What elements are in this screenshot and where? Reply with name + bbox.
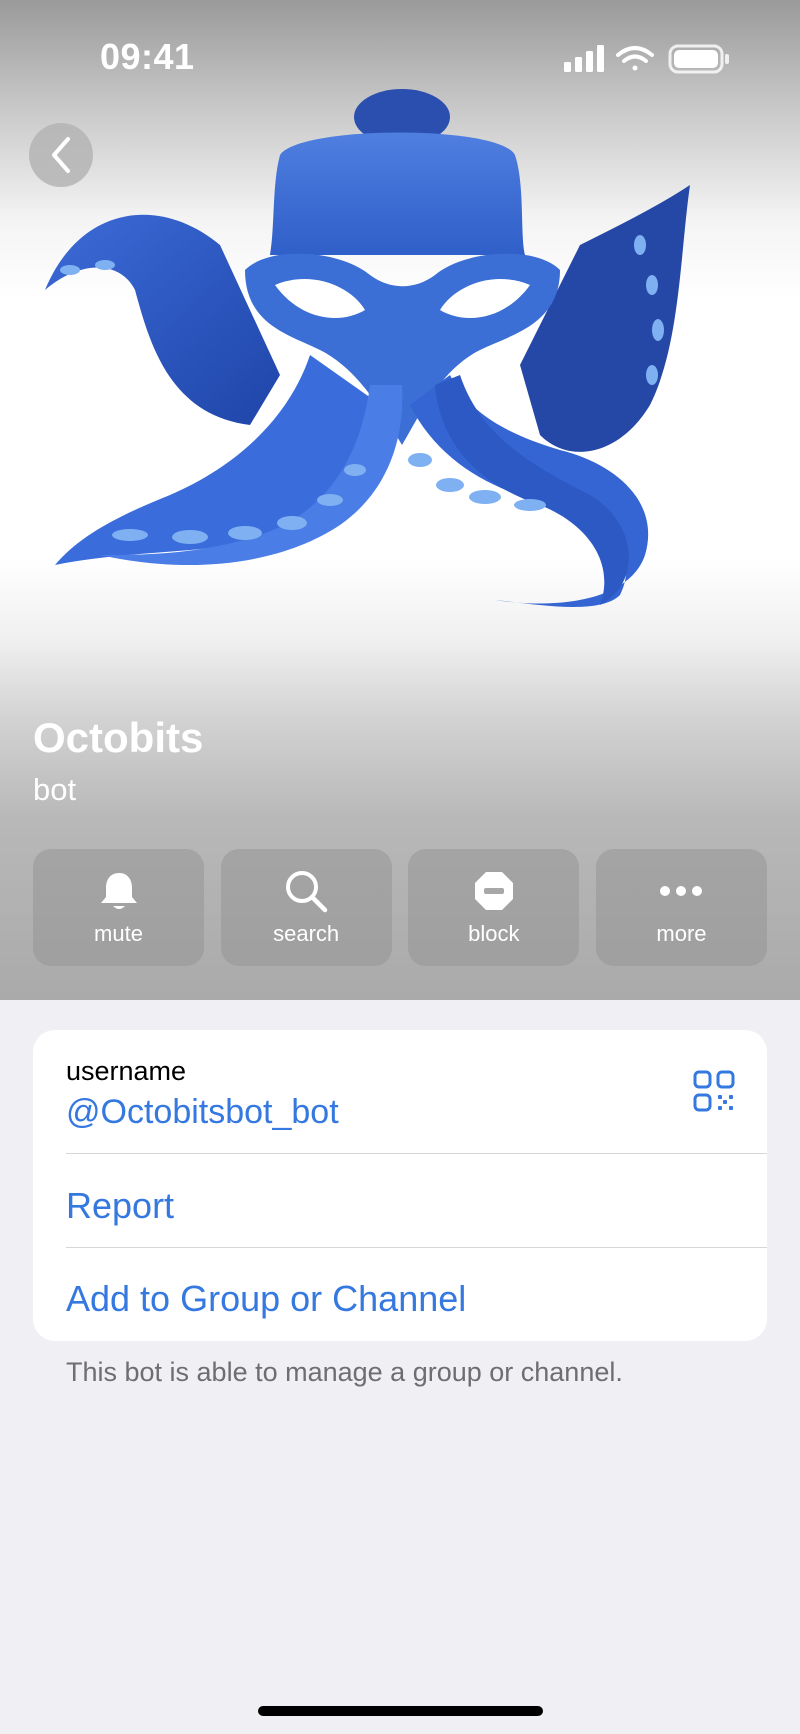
profile-subtitle: bot <box>33 772 77 807</box>
info-card: username @Octobitsbot_bot Report Add to … <box>33 1030 767 1341</box>
bell-icon <box>97 869 141 913</box>
divider <box>66 1247 767 1248</box>
wifi-icon <box>616 46 654 71</box>
chevron-left-icon <box>52 137 70 173</box>
username-label: username <box>66 1056 187 1086</box>
bot-profile-screen: 09:41 Octobits bot mute search block mor… <box>0 0 800 1734</box>
more-label: more <box>656 920 707 946</box>
search-button[interactable]: search <box>220 849 392 966</box>
cellular-signal-icon <box>564 45 604 72</box>
status-time: 09:41 <box>100 36 195 77</box>
status-icons <box>564 44 729 74</box>
qr-code-icon[interactable] <box>693 1070 735 1112</box>
add-to-group-button[interactable]: Add to Group or Channel <box>66 1278 466 1320</box>
divider <box>66 1153 767 1154</box>
username-row[interactable]: username @Octobitsbot_bot <box>33 1030 767 1153</box>
block-icon <box>472 869 516 913</box>
footnote: This bot is able to manage a group or ch… <box>66 1357 623 1387</box>
username-value[interactable]: @Octobitsbot_bot <box>66 1093 339 1132</box>
magnifier-icon <box>284 869 328 913</box>
ellipsis-icon <box>659 869 703 913</box>
battery-icon <box>668 44 729 74</box>
back-button[interactable] <box>29 123 93 187</box>
profile-header: 09:41 Octobits bot mute search block mor… <box>0 0 800 1000</box>
mute-label: mute <box>94 920 143 946</box>
search-label: search <box>273 920 340 946</box>
block-label: block <box>468 920 520 946</box>
action-buttons: mute search block more <box>33 849 767 966</box>
block-button[interactable]: block <box>408 849 580 966</box>
report-button[interactable]: Report <box>66 1185 174 1227</box>
mute-button[interactable]: mute <box>33 849 204 966</box>
home-indicator[interactable] <box>258 1706 543 1716</box>
more-button[interactable]: more <box>595 849 767 966</box>
profile-photo[interactable] <box>40 85 740 675</box>
profile-name: Octobits <box>33 714 204 761</box>
